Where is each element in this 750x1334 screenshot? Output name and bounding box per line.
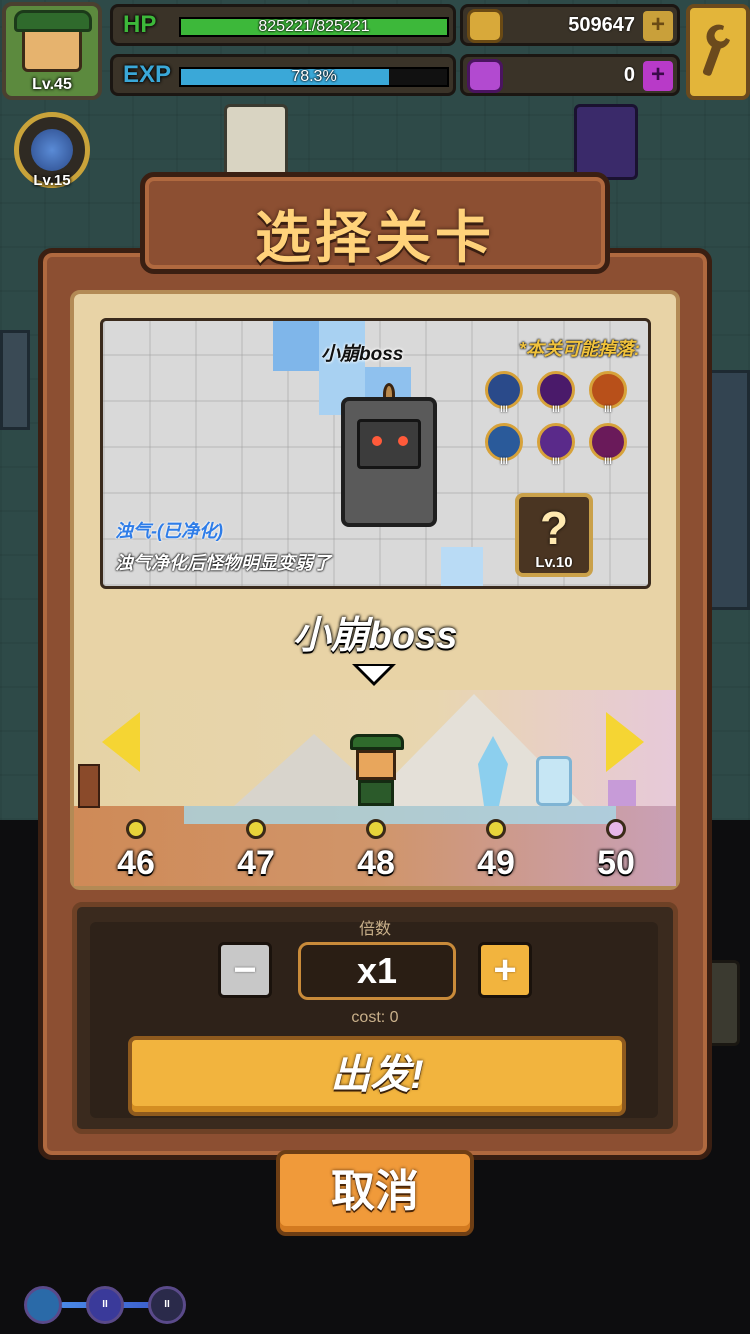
shadow-rune-icon[interactable]: III [537, 423, 575, 466]
add-gold-button[interactable]: + [643, 11, 673, 41]
gold-coin-icon [467, 9, 503, 43]
decrease-multiplier-button[interactable]: − [218, 942, 272, 998]
gold-value: 509647 [568, 14, 635, 36]
drop-tier: III [500, 404, 508, 414]
drop-tier: III [604, 404, 612, 414]
gem-icon [467, 59, 503, 93]
mystery-drop-box[interactable]: ? Lv.10 [515, 493, 593, 577]
stage-dot-49[interactable] [486, 819, 506, 839]
hp-text: 825221/825221 [258, 18, 370, 35]
hero-hat [350, 734, 404, 750]
boss-face [357, 419, 421, 469]
boss-sprite [341, 397, 437, 527]
hp-track: 825221/825221 [179, 17, 449, 37]
gem-counter: 0 + [460, 54, 680, 96]
ice-block [536, 756, 572, 806]
vine-skill-icon[interactable]: II [148, 1286, 186, 1324]
lightning-rune-icon[interactable]: III [485, 371, 523, 414]
drop-tier: III [604, 456, 612, 466]
exp-text: 78.3% [291, 68, 337, 85]
void-rune-icon[interactable]: III [537, 371, 575, 414]
boss-eye [372, 436, 382, 446]
stage-dot-46[interactable] [126, 819, 146, 839]
exp-bar: EXP 78.3% [110, 54, 456, 96]
wizard-npc [574, 104, 638, 180]
depart-button[interactable]: 出发! [128, 1036, 626, 1116]
drop-tier: III [552, 404, 560, 414]
stage-dot-48[interactable] [366, 819, 386, 839]
hero-sprite [348, 730, 404, 808]
drop-title: *本关可能掉落: [519, 339, 640, 359]
hp-label: HP [123, 11, 157, 38]
hero-face [356, 750, 396, 780]
cat-npc [224, 104, 288, 180]
multiplier-value: x1 [298, 942, 456, 1000]
wall-block-right [706, 370, 750, 610]
ice-tile [273, 321, 319, 371]
wall-block-left [0, 330, 30, 430]
boss-eye [398, 436, 408, 446]
stage-pointer-fill [358, 666, 390, 682]
cancel-button[interactable]: 取消 [276, 1150, 474, 1236]
stage-number[interactable]: 49 [456, 844, 536, 883]
stage-dot-47[interactable] [246, 819, 266, 839]
drop-tier: III [552, 456, 560, 466]
avatar-hat [14, 10, 92, 32]
question-mark-icon: ? [539, 502, 569, 554]
stage-name: 小崩boss [292, 615, 458, 657]
stage-number[interactable]: 50 [576, 844, 656, 883]
skill-level: Lv.15 [33, 172, 71, 189]
drop-tier: III [500, 456, 508, 466]
claw-skill-icon[interactable]: II [86, 1286, 124, 1324]
status-name: 浊气-(已净化) [115, 521, 223, 541]
exp-label: EXP [123, 61, 172, 88]
status-description: 浊气净化后怪物明显变弱了 [115, 553, 331, 573]
pink-crystal [608, 780, 636, 806]
next-stage-arrow[interactable] [606, 712, 644, 772]
cost-text: cost: 0 [351, 1009, 399, 1026]
stage-number[interactable]: 48 [336, 844, 416, 883]
multiplier-label: 倍数 [358, 921, 391, 938]
sword-icon [31, 129, 73, 171]
add-gem-button[interactable]: + [643, 61, 673, 91]
gold-counter: 509647 + [460, 4, 680, 46]
wind-skill-icon[interactable] [24, 1286, 62, 1324]
prev-stage-arrow[interactable] [102, 712, 140, 772]
hero-body [358, 780, 394, 806]
gem-value: 0 [623, 64, 635, 86]
player-avatar[interactable]: Lv.45 [2, 2, 102, 100]
title-tab: 选择关卡 [140, 172, 610, 274]
mystery-level: Lv.10 [535, 554, 573, 571]
exp-track: 78.3% [179, 67, 449, 87]
dialog-title: 选择关卡 [255, 206, 495, 269]
stage-number[interactable]: 47 [216, 844, 296, 883]
hp-bar: HP 825221/825221 [110, 4, 456, 46]
ice-rune-icon[interactable]: III [485, 423, 523, 466]
stage-dot-50[interactable] [606, 819, 626, 839]
sword-skill-badge[interactable]: Lv.15 [14, 112, 90, 189]
fire-rune-icon[interactable]: III [589, 371, 627, 414]
boss-name: 小崩boss [321, 344, 404, 365]
wrench-icon [702, 24, 730, 76]
boss-preview-card: 小崩boss *本关可能掉落: III III III III III III ? Lv.… [100, 318, 651, 589]
player-level: Lv.45 [32, 76, 72, 93]
stage-number[interactable]: 46 [96, 844, 176, 883]
ice-tile [441, 547, 483, 586]
settings-wrench-button[interactable] [686, 4, 750, 100]
skull-rune-icon[interactable]: III [589, 423, 627, 466]
tower-ruin [78, 764, 100, 808]
increase-multiplier-button[interactable]: + [478, 942, 532, 998]
